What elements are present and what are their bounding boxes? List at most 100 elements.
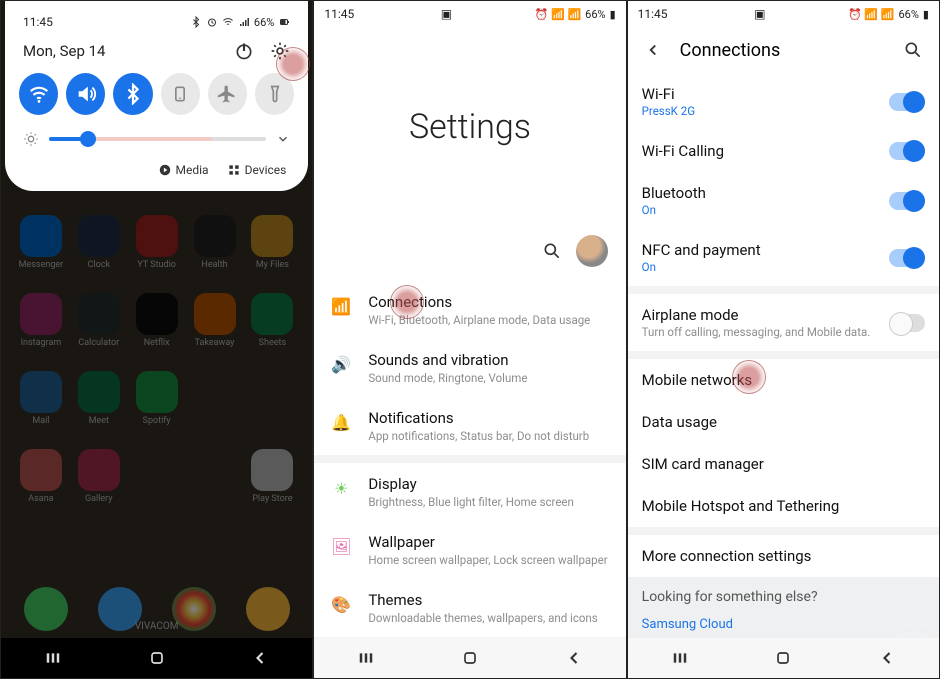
conn-item-mobile-networks[interactable]: Mobile networks — [628, 359, 939, 401]
bluetooth-status-icon — [190, 16, 202, 28]
profile-avatar[interactable] — [576, 235, 608, 267]
toggle-wi-fi-calling[interactable] — [889, 142, 925, 160]
nav-home-icon[interactable] — [773, 648, 793, 668]
status-time: 11:45 — [638, 7, 668, 21]
conn-item-data-usage[interactable]: Data usage — [628, 401, 939, 443]
app-meet[interactable]: Meet — [73, 371, 125, 441]
nav-home-icon[interactable] — [460, 648, 480, 668]
status-time: 11:45 — [23, 15, 53, 29]
nav-back-icon[interactable] — [564, 648, 584, 668]
app-mail[interactable]: Mail — [15, 371, 67, 441]
watermark: PHONEARENA — [894, 620, 933, 642]
app-calculator[interactable]: Calculator — [73, 293, 125, 363]
status-right: 66% — [190, 16, 290, 29]
power-icon[interactable] — [234, 41, 254, 61]
themes-icon: 🎨 — [330, 593, 352, 615]
qs-wifi-toggle[interactable] — [19, 73, 58, 115]
home-app-grid: MessengerClockYT StudioHealthMy Files Ins… — [1, 201, 312, 638]
status-bar: 11:45 ▣ ⏰ 📶 📶 66% ▮ — [628, 1, 939, 27]
app-messenger[interactable]: Messenger — [15, 215, 67, 285]
settings-item-notifications[interactable]: 🔔NotificationsApp notifications, Status … — [314, 397, 625, 455]
app-yt-studio[interactable]: YT Studio — [131, 215, 183, 285]
settings-item-display[interactable]: ☀DisplayBrightness, Blue light filter, H… — [314, 463, 625, 521]
qs-airplane-toggle[interactable] — [208, 73, 247, 115]
qs-sound-toggle[interactable] — [66, 73, 105, 115]
toggle-bluetooth[interactable] — [889, 192, 925, 210]
app-takeaway[interactable]: Takeaway — [189, 293, 241, 363]
conn-item-mobile-hotspot-and-tethering[interactable]: Mobile Hotspot and Tethering — [628, 485, 939, 527]
qs-bluetooth-toggle[interactable] — [113, 73, 152, 115]
connections-panel: 11:45 ▣ ⏰ 📶 📶 66% ▮ Connections Wi-FiPre… — [627, 0, 940, 679]
app-health[interactable]: Health — [189, 215, 241, 285]
nav-bar — [1, 638, 312, 678]
nav-home-icon[interactable] — [147, 648, 167, 668]
conn-item-airplane-mode[interactable]: Airplane modeTurn off calling, messaging… — [628, 294, 939, 351]
screenshot-indicator-icon: ▣ — [754, 7, 765, 21]
app-sheets[interactable]: Sheets — [246, 293, 298, 363]
app-instagram[interactable]: Instagram — [15, 293, 67, 363]
app-empty — [189, 371, 241, 441]
chevron-down-icon[interactable] — [276, 132, 290, 146]
status-time: 11:45 — [324, 7, 354, 21]
signal-status-icon — [238, 16, 250, 28]
conn-item-bluetooth[interactable]: BluetoothOn — [628, 172, 939, 229]
display-icon: ☀ — [330, 477, 352, 499]
app-empty — [131, 449, 183, 519]
settings-item-sounds-and-vibration[interactable]: 🔊Sounds and vibrationSound mode, Rington… — [314, 339, 625, 397]
settings-item-connections[interactable]: 📶ConnectionsWi-Fi, Bluetooth, Airplane m… — [314, 281, 625, 339]
wifi-icon: 📶 — [330, 295, 352, 317]
toggle-airplane-mode[interactable] — [889, 314, 925, 332]
qs-toggles — [13, 71, 300, 117]
toggle-nfc-and-payment[interactable] — [889, 249, 925, 267]
qs-rotate-toggle[interactable] — [161, 73, 200, 115]
search-icon[interactable] — [903, 40, 923, 60]
qs-media-button[interactable]: Media — [158, 163, 209, 177]
settings-panel: 11:45 ▣ ⏰ 📶 📶 66% ▮ Settings 📶Connection… — [313, 0, 626, 679]
app-clock[interactable]: Clock — [73, 215, 125, 285]
status-bar: 11:45 66% — [13, 9, 300, 35]
wallpaper-icon: 🖼 — [330, 535, 352, 557]
app-spotify[interactable]: Spotify — [131, 371, 183, 441]
brightness-slider[interactable] — [49, 137, 266, 141]
app-netflix[interactable]: Netflix — [131, 293, 183, 363]
looking-for-something-else: Looking for something else? — [628, 577, 939, 617]
conn-item-sim-card-manager[interactable]: SIM card manager — [628, 443, 939, 485]
conn-item-nfc-and-payment[interactable]: NFC and paymentOn — [628, 229, 939, 286]
settings-title: Settings — [314, 27, 625, 227]
nav-back-icon[interactable] — [250, 648, 270, 668]
connections-title: Connections — [680, 40, 781, 61]
gear-icon[interactable] — [270, 41, 290, 61]
search-icon[interactable] — [542, 241, 562, 261]
nav-back-icon[interactable] — [877, 648, 897, 668]
nav-bar — [628, 638, 939, 678]
conn-item-more-connection-settings[interactable]: More connection settings — [628, 535, 939, 577]
nav-bar — [314, 638, 625, 678]
screenshot-indicator-icon: ▣ — [441, 7, 452, 21]
nav-recents-icon[interactable] — [356, 648, 376, 668]
nav-recents-icon[interactable] — [43, 648, 63, 668]
app-empty — [246, 371, 298, 441]
settings-item-themes[interactable]: 🎨ThemesDownloadable themes, wallpapers, … — [314, 579, 625, 637]
samsung-cloud-link[interactable]: Samsung Cloud — [628, 617, 939, 640]
app-empty — [189, 449, 241, 519]
toggle-wi-fi[interactable] — [889, 93, 925, 111]
carrier-label: VIVACOM — [1, 621, 312, 632]
app-asana[interactable]: Asana — [15, 449, 67, 519]
nav-recents-icon[interactable] — [670, 648, 690, 668]
settings-list: 📶ConnectionsWi-Fi, Bluetooth, Airplane m… — [314, 281, 625, 679]
battery-status-icon — [278, 16, 290, 28]
settings-item-wallpaper[interactable]: 🖼WallpaperHome screen wallpaper, Lock sc… — [314, 521, 625, 579]
app-my-files[interactable]: My Files — [246, 215, 298, 285]
qs-flashlight-toggle[interactable] — [255, 73, 294, 115]
brightness-icon — [23, 131, 39, 147]
conn-item-wi-fi[interactable]: Wi-FiPressK 2G — [628, 73, 939, 130]
alarm-status-icon — [206, 16, 218, 28]
back-icon[interactable] — [644, 41, 662, 59]
app-gallery[interactable]: Gallery — [73, 449, 125, 519]
qs-date: Mon, Sep 14 — [23, 42, 105, 60]
status-bar: 11:45 ▣ ⏰ 📶 📶 66% ▮ — [314, 1, 625, 27]
qs-devices-button[interactable]: Devices — [227, 163, 287, 177]
app-play-store[interactable]: Play Store — [246, 449, 298, 519]
bell-icon: 🔔 — [330, 411, 352, 433]
conn-item-wi-fi-calling[interactable]: Wi-Fi Calling — [628, 130, 939, 172]
